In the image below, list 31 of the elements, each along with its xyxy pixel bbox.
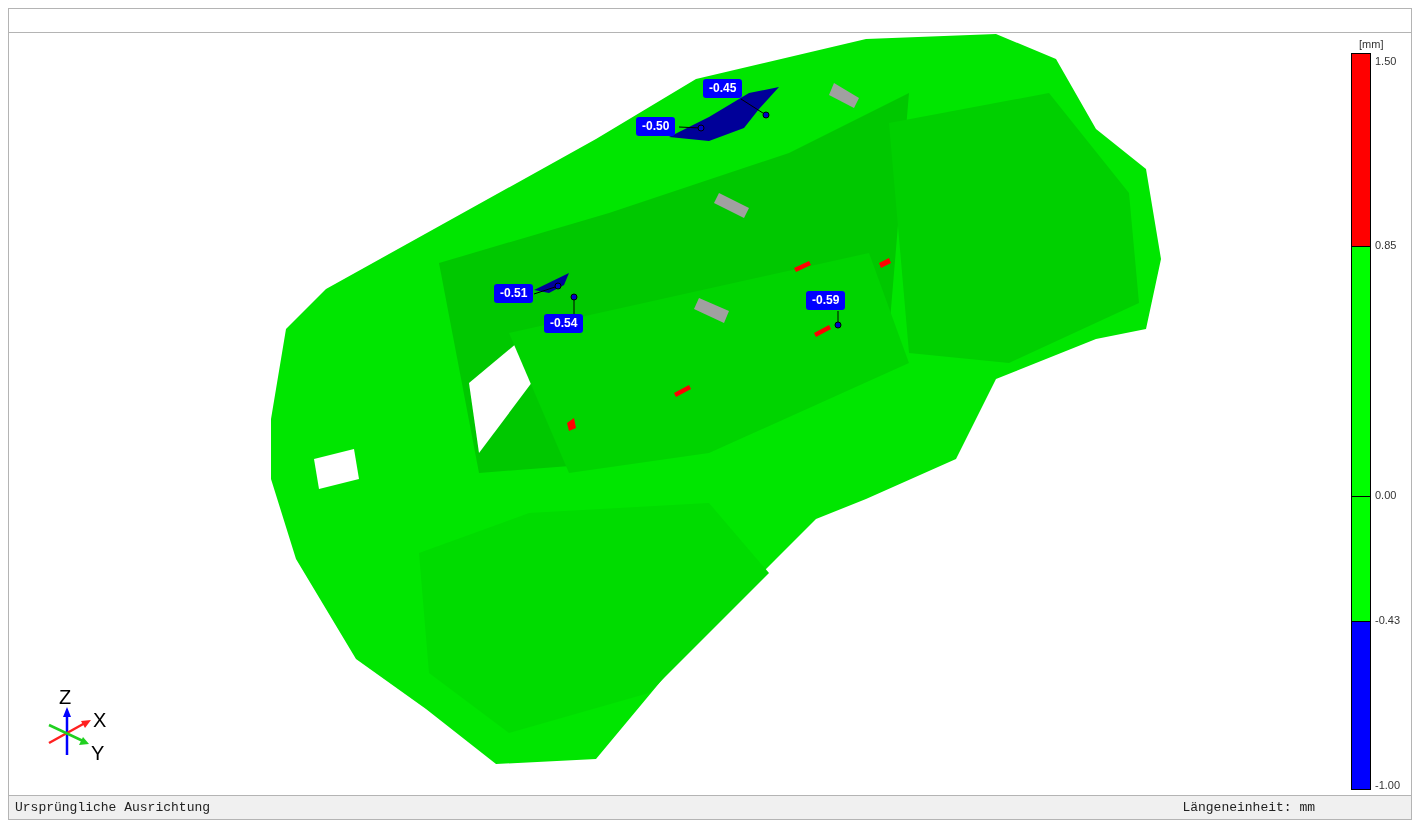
deviation-spot <box>674 385 691 397</box>
leader-line <box>834 310 842 329</box>
scale-value: 0.85 <box>1375 238 1397 252</box>
pin-drawing <box>694 298 729 323</box>
leader-line <box>740 98 770 119</box>
scale-value: 0.00 <box>1375 488 1397 502</box>
scale-value: -1.00 <box>1375 778 1401 792</box>
axis-label: Y <box>91 743 105 763</box>
leader-line <box>678 124 705 132</box>
deviation-callout: -0.51 <box>494 284 534 303</box>
leader-line <box>570 293 578 315</box>
deviation-callout: -0.59 <box>806 291 846 310</box>
deviation-spot <box>794 261 811 272</box>
pin-drawing <box>829 83 859 108</box>
leader-line <box>533 282 562 295</box>
window-opening <box>314 449 359 489</box>
unit-label: [mm] <box>1358 37 1385 51</box>
deviation-callout: -0.54 <box>544 314 584 333</box>
alignment-status: Ursprüngliche Ausrichtung <box>15 798 211 817</box>
axis-label: Z <box>59 687 72 707</box>
length-unit-status: Längeneinheit: mm <box>1182 798 1315 817</box>
axis-label: X <box>93 710 107 730</box>
deviation-callout: -0.45 <box>703 79 743 98</box>
scale-value: 1.50 <box>1375 54 1397 68</box>
deviation-spot <box>567 418 576 431</box>
deviation-spot <box>814 325 831 337</box>
scale-value: -0.43 <box>1375 613 1401 627</box>
deviation-callout: -0.50 <box>636 117 676 136</box>
axis-triad-icon <box>48 707 91 755</box>
pin-drawing <box>714 193 749 218</box>
deviation-spot <box>879 258 891 268</box>
